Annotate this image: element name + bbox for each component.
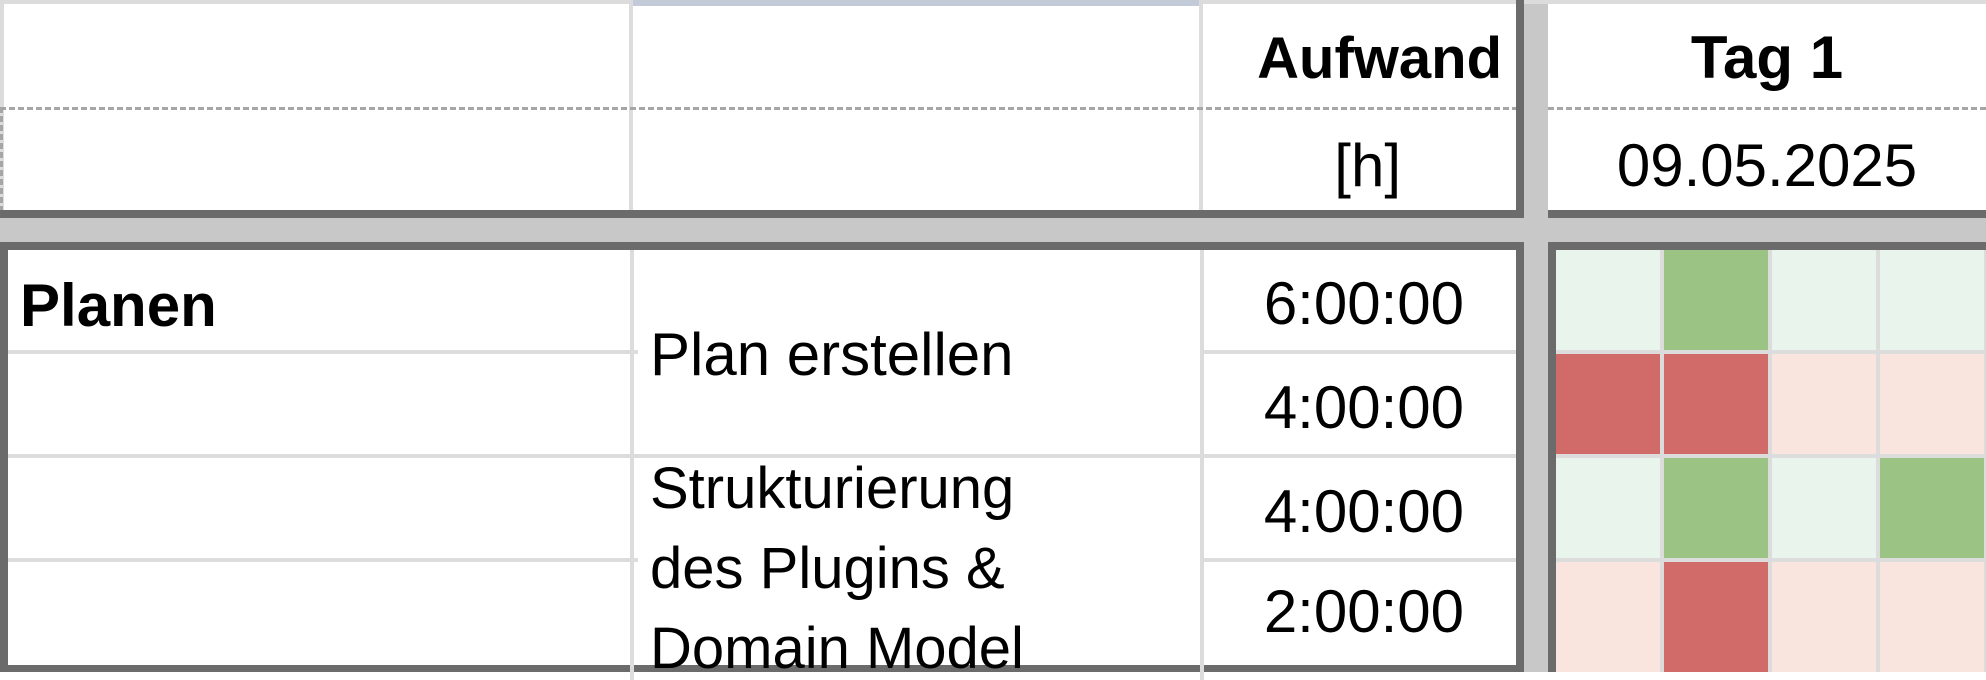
task-plan-erstellen: Plan erstellen: [650, 321, 1014, 388]
task-table: Planen Plan erstellen Strukturierung des…: [0, 242, 1524, 680]
task-line: Strukturierung: [650, 462, 1015, 521]
day-grid-cell[interactable]: [1556, 250, 1660, 350]
day-grid-cell[interactable]: [1880, 250, 1984, 350]
header-dashed-edge: [0, 107, 3, 212]
row-line: [8, 350, 638, 354]
day-grid: [1548, 242, 1986, 672]
phase-label: Planen: [20, 272, 217, 339]
row-line: [8, 454, 1516, 458]
day-grid-cell[interactable]: [1880, 354, 1984, 454]
day-header-top-border: [1548, 0, 1986, 4]
day-grid-cell[interactable]: [1772, 354, 1876, 454]
task-strukturierung: Strukturierung des Plugins & Domain Mode…: [650, 462, 1190, 677]
row-line: [8, 558, 638, 562]
header-region: Aufwand [h] Tag 1 09.05.2025: [0, 0, 1986, 218]
header-body-separator: [0, 218, 1986, 242]
day-grid-cell[interactable]: [1772, 562, 1876, 672]
day-grid-cell[interactable]: [1556, 562, 1660, 672]
task-line: des Plugins &: [650, 536, 1005, 601]
aufwand-label: Aufwand: [1257, 26, 1502, 91]
effort-value: 4:00:00: [1263, 374, 1464, 441]
day-grid-cell[interactable]: [1664, 354, 1768, 454]
col-line: [630, 250, 634, 680]
day-grid-cell[interactable]: [1880, 562, 1984, 672]
day-grid-cell[interactable]: [1772, 458, 1876, 558]
day-grid-cell[interactable]: [1556, 458, 1660, 558]
day-grid-cell[interactable]: [1664, 458, 1768, 558]
header-top-accent: [630, 0, 1200, 6]
day-label: Tag 1: [1690, 24, 1844, 91]
col-line: [1200, 250, 1204, 680]
day-grid-cell[interactable]: [1772, 250, 1876, 350]
day-header: Tag 1 09.05.2025: [1548, 0, 1986, 218]
task-line: Domain Model: [650, 616, 1024, 678]
effort-value: 2:00:00: [1263, 578, 1464, 645]
effort-value: 4:00:00: [1263, 478, 1464, 545]
day-header-dashed-divider: [1548, 107, 1986, 110]
day-grid-cell[interactable]: [1664, 250, 1768, 350]
day-grid-cell[interactable]: [1664, 562, 1768, 672]
row-line: [1200, 350, 1516, 354]
row-line: [1200, 558, 1516, 562]
day-header-bottom-border: [1548, 210, 1986, 218]
day-grid-cell[interactable]: [1556, 354, 1660, 454]
day-grid-cell[interactable]: [1880, 458, 1984, 558]
unit-label: [h]: [1334, 132, 1401, 199]
day-date: 09.05.2025: [1616, 132, 1918, 199]
effort-value: 6:00:00: [1263, 270, 1464, 337]
header-bottom-border: [0, 210, 1524, 218]
